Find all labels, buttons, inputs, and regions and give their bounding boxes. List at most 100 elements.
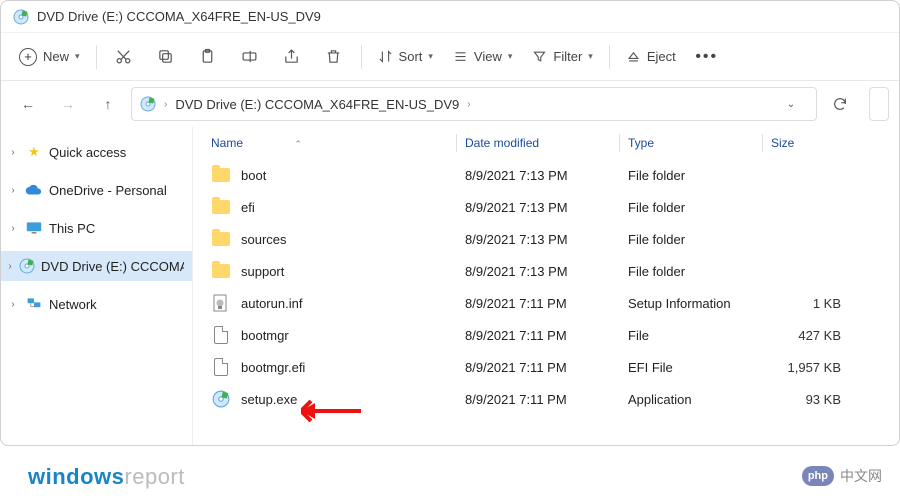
file-name: sources [241,232,287,247]
chevron-down-icon: ▾ [75,51,80,62]
plus-icon: + [19,48,37,66]
titlebar: DVD Drive (E:) CCCOMA_X64FRE_EN-US_DV9 [1,1,899,33]
view-button[interactable]: View ▾ [445,40,520,74]
watermark-php: php 中文网 [802,466,882,486]
new-button[interactable]: + New ▾ [11,40,88,74]
folder-icon [212,168,230,182]
column-type[interactable]: Type [620,136,762,150]
file-row[interactable]: bootmgr.efi8/9/2021 7:11 PMEFI File1,957… [193,351,899,383]
file-type: EFI File [620,360,762,375]
file-name: setup.exe [241,392,297,407]
file-date: 8/9/2021 7:11 PM [457,360,619,375]
column-date[interactable]: Date modified [457,136,619,150]
filter-button[interactable]: Filter ▾ [524,40,600,74]
rename-button[interactable] [231,40,269,74]
forward-button[interactable]: → [51,87,85,121]
refresh-button[interactable] [823,87,857,121]
toolbar: + New ▾ Sort ▾ View [1,33,899,81]
file-name: efi [241,200,255,215]
pc-icon [25,219,43,237]
file-row[interactable]: efi8/9/2021 7:13 PMFile folder [193,191,899,223]
chevron-right-icon: › [164,99,167,110]
inf-file-icon [212,294,230,312]
breadcrumb-item[interactable]: DVD Drive (E:) CCCOMA_X64FRE_EN-US_DV9 [175,97,459,112]
file-date: 8/9/2021 7:13 PM [457,168,619,183]
file-row[interactable]: sources 8/9/2021 7:13 PMFile folder [193,223,899,255]
cloud-icon [25,181,43,199]
file-name: autorun.inf [241,296,302,311]
file-size: 93 KB [763,392,853,407]
file-type: File folder [620,232,762,247]
file-type: File folder [620,264,762,279]
back-button[interactable]: ← [11,87,45,121]
file-icon [214,358,228,376]
address-row: ← → ↑ › DVD Drive (E:) CCCOMA_X64FRE_EN-… [1,81,899,127]
file-type: Setup Information [620,296,762,311]
window-title: DVD Drive (E:) CCCOMA_X64FRE_EN-US_DV9 [37,9,321,24]
share-button[interactable] [273,40,311,74]
column-name[interactable]: Name ⌃ [211,136,456,150]
php-badge-icon: php [802,466,834,486]
sort-indicator-icon: ⌃ [294,139,302,149]
file-type: File folder [620,200,762,215]
file-date: 8/9/2021 7:11 PM [457,296,619,311]
file-size: 427 KB [763,328,853,343]
chevron-right-icon: › [7,147,19,158]
network-icon [25,295,43,313]
file-name: support [241,264,284,279]
file-row[interactable]: setup.exe 8/9/2021 7:11 PMApplication93 K… [193,383,899,415]
sidebar-item-quick-access[interactable]: › ★ Quick access [1,137,192,167]
chevron-right-icon: › [7,223,19,234]
navigation-sidebar: › ★ Quick access › OneDrive - Personal ›… [1,127,193,445]
folder-icon [212,232,230,246]
search-input[interactable] [869,87,889,121]
delete-button[interactable] [315,40,353,74]
chevron-right-icon: › [7,299,19,310]
file-row[interactable]: bootmgr 8/9/2021 7:11 PMFile427 KB [193,319,899,351]
file-date: 8/9/2021 7:13 PM [457,264,619,279]
folder-icon [212,200,230,214]
paste-button[interactable] [189,40,227,74]
file-row[interactable]: autorun.inf 8/9/2021 7:11 PMSetup Informa… [193,287,899,319]
file-name: boot [241,168,266,183]
dvd-drive-icon [13,9,29,25]
file-type: File folder [620,168,762,183]
chevron-down-icon: ▾ [588,51,593,62]
content-area: › ★ Quick access › OneDrive - Personal ›… [1,127,899,445]
file-type: Application [620,392,762,407]
chevron-down-icon: ▾ [508,51,513,62]
eject-button[interactable]: Eject [618,40,684,74]
chevron-down-icon: ▾ [428,51,433,62]
dvd-drive-icon [140,96,156,112]
star-icon: ★ [25,143,43,161]
ellipsis-icon: ••• [695,48,718,66]
sort-button[interactable]: Sort ▾ [370,40,441,74]
chevron-right-icon: › [7,261,13,272]
column-headers: Name ⌃ Date modified Type Size [193,127,899,159]
file-size: 1 KB [763,296,853,311]
cut-button[interactable] [105,40,143,74]
more-button[interactable]: ••• [688,40,726,74]
file-row[interactable]: support 8/9/2021 7:13 PMFile folder [193,255,899,287]
column-size[interactable]: Size [763,136,853,150]
sidebar-item-network[interactable]: › Network [1,289,192,319]
file-type: File [620,328,762,343]
sidebar-item-onedrive[interactable]: › OneDrive - Personal [1,175,192,205]
chevron-right-icon: › [7,185,19,196]
file-date: 8/9/2021 7:11 PM [457,392,619,407]
explorer-window: DVD Drive (E:) CCCOMA_X64FRE_EN-US_DV9 +… [0,0,900,446]
file-date: 8/9/2021 7:11 PM [457,328,619,343]
file-row[interactable]: boot 8/9/2021 7:13 PMFile folder [193,159,899,191]
address-dropdown-button[interactable]: ⌄ [774,99,808,110]
up-button[interactable]: ↑ [91,87,125,121]
copy-button[interactable] [147,40,185,74]
sidebar-item-dvd-drive[interactable]: › DVD Drive (E:) CCCOMA_X64FRE_EN-US_DV9 [1,251,192,281]
file-icon [214,326,228,344]
application-icon [212,390,230,408]
file-date: 8/9/2021 7:13 PM [457,232,619,247]
address-bar[interactable]: › DVD Drive (E:) CCCOMA_X64FRE_EN-US_DV9… [131,87,817,121]
file-name: bootmgr.efi [241,360,305,375]
watermark-windowsreport: windowsreport [28,464,185,490]
sidebar-item-this-pc[interactable]: › This PC [1,213,192,243]
file-name: bootmgr [241,328,289,343]
